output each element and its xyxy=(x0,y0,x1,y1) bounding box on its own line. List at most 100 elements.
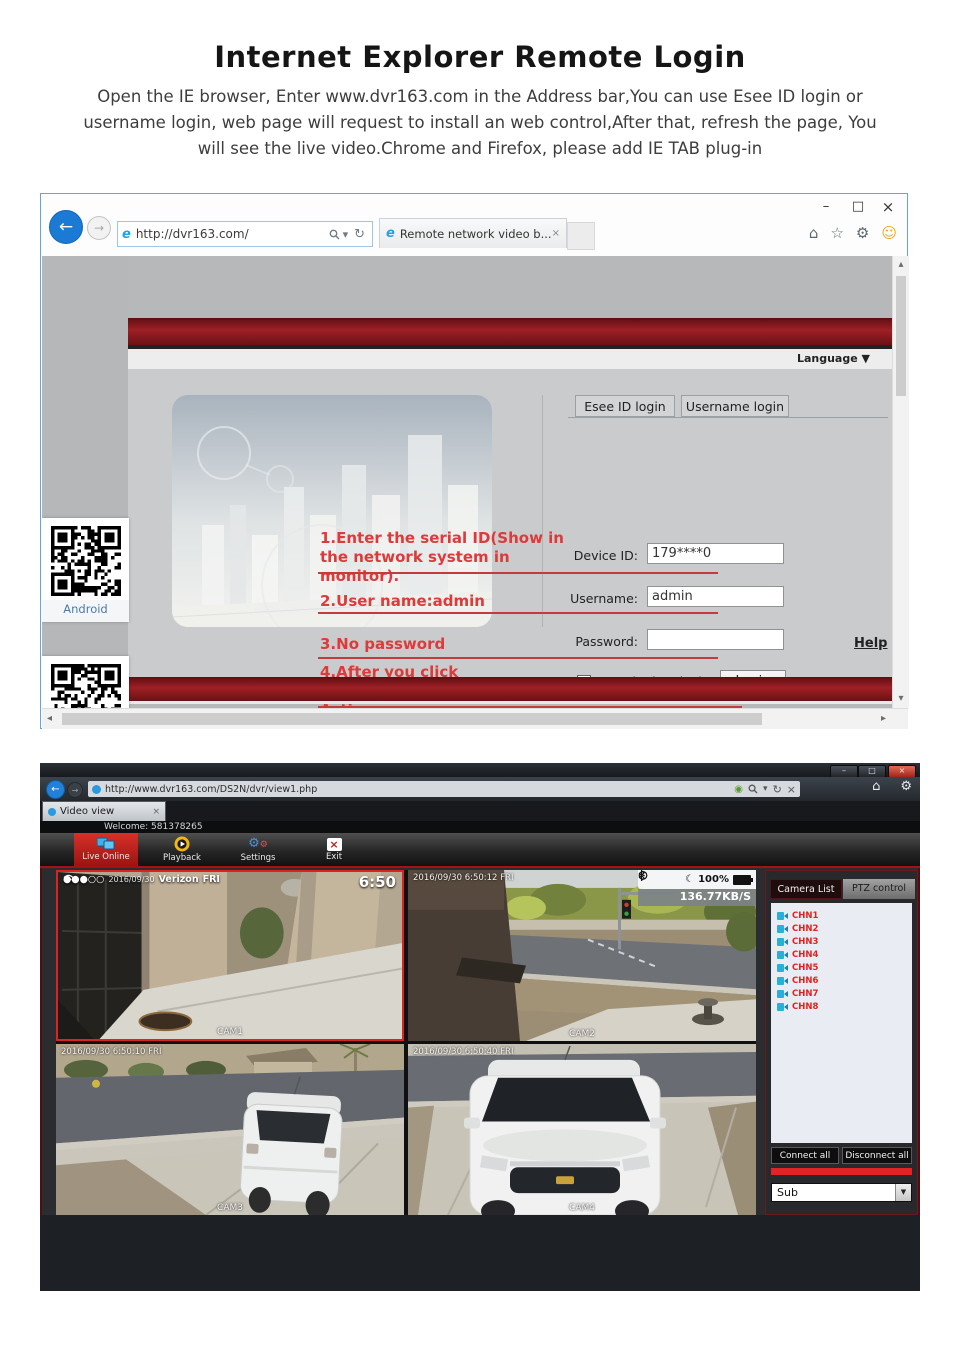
camera-view-cam1[interactable]: ●●●○○ 2016/09/30 Verizon FRI 6:50 CAM1 xyxy=(56,870,404,1041)
settings-gear-icon[interactable]: ⚙ xyxy=(856,224,869,242)
username-field[interactable] xyxy=(647,586,784,607)
camera-icon xyxy=(777,951,788,959)
scroll-up-icon[interactable]: ▴ xyxy=(893,259,909,270)
channel-item[interactable]: CHN7 xyxy=(771,987,912,1000)
titlebar: – □ × xyxy=(40,763,920,777)
channel-item[interactable]: CHN4 xyxy=(771,948,912,961)
device-id-label: Device ID: xyxy=(552,548,638,563)
horizontal-scrollbar[interactable]: ◂ ▸ xyxy=(42,708,908,729)
camera-icon xyxy=(777,1003,788,1011)
address-bar[interactable]: e http://dvr163.com/ ▾ ↻ xyxy=(117,221,373,247)
scroll-down-icon[interactable]: ▾ xyxy=(893,693,909,704)
camera-icon xyxy=(777,938,788,946)
monitors-icon xyxy=(97,837,115,851)
minimize-button[interactable]: – xyxy=(811,197,841,217)
back-button[interactable]: ← xyxy=(49,210,83,244)
help-link[interactable]: Help xyxy=(854,636,887,651)
password-field[interactable] xyxy=(647,629,784,650)
camera-view-cam3[interactable]: 2016/09/30 6:50:10 FRI CAM3 xyxy=(56,1044,404,1215)
camera-view-cam4[interactable]: 2016/09/30 6:50:40 FRI CAM4 xyxy=(408,1044,756,1215)
tab-title: Video view xyxy=(60,806,152,817)
qr-card-android: Android xyxy=(42,518,129,622)
dropdown-icon[interactable]: ▾ xyxy=(343,228,349,241)
smiley-icon[interactable]: ☺ xyxy=(881,224,897,242)
ios-qr-code xyxy=(51,664,121,708)
android-qr-code xyxy=(51,526,121,596)
scroll-left-icon[interactable]: ◂ xyxy=(47,713,52,724)
network-speed: 136.77KB/S xyxy=(638,889,756,906)
ios-status-box: ☾ 100% 136.77KB/S xyxy=(638,870,756,906)
camera-timestamp: 2016/09/30 6:50:12 FRI xyxy=(413,873,513,883)
favorites-star-icon[interactable]: ☆ xyxy=(830,224,843,242)
back-button[interactable]: ← xyxy=(46,780,65,799)
tab-row: Video view × xyxy=(40,801,920,821)
language-selector[interactable]: Language ▼ xyxy=(128,349,892,369)
close-button[interactable]: × xyxy=(873,197,903,217)
settings-button[interactable]: ⚙⚙ Settings xyxy=(226,833,290,866)
home-icon[interactable]: ⌂ xyxy=(809,224,819,242)
url-text[interactable]: http://dvr163.com/ xyxy=(136,227,329,241)
tab-esee-id-login[interactable]: Esee ID login xyxy=(575,395,675,417)
moon-icon: ☾ xyxy=(685,874,694,885)
close-tab-icon[interactable]: × xyxy=(552,228,560,239)
browser-viewport: Language ▼ xyxy=(42,256,892,708)
dropdown-arrow-icon[interactable]: ▼ xyxy=(895,1184,911,1201)
site-favicon xyxy=(92,785,101,794)
scroll-right-icon[interactable]: ▸ xyxy=(881,713,886,724)
site-banner xyxy=(128,318,892,345)
stream-select[interactable]: Sub ▼ xyxy=(771,1183,912,1202)
live-online-button[interactable]: Live Online xyxy=(74,833,138,866)
ie-icon: e xyxy=(122,227,131,242)
scroll-thumb[interactable] xyxy=(896,276,906,396)
maximize-button[interactable]: □ xyxy=(843,197,873,217)
close-tab-icon[interactable]: × xyxy=(152,807,160,817)
channel-item[interactable]: CHN5 xyxy=(771,961,912,974)
tab-favicon xyxy=(48,808,56,816)
wifi-icon xyxy=(63,874,74,883)
home-icon[interactable]: ⌂ xyxy=(872,779,880,794)
channel-item[interactable]: CHN6 xyxy=(771,974,912,987)
browser-tab[interactable]: e Remote network video b... × xyxy=(379,218,567,248)
tutorial-page: Internet Explorer Remote Login Open the … xyxy=(0,0,960,1350)
forward-button[interactable]: → xyxy=(87,216,111,240)
channel-item[interactable]: CHN8 xyxy=(771,1000,912,1013)
browser-tab[interactable]: Video view × xyxy=(42,801,166,821)
vertical-scrollbar[interactable]: ▴ ▾ xyxy=(892,256,909,708)
search-icon[interactable] xyxy=(329,229,340,240)
channel-item[interactable]: CHN3 xyxy=(771,935,912,948)
exit-x-icon: × xyxy=(327,838,342,851)
search-icon[interactable] xyxy=(748,784,758,794)
device-id-field[interactable] xyxy=(647,543,784,564)
camera-icon xyxy=(777,912,788,920)
tab-username-login[interactable]: Username login xyxy=(681,395,789,417)
new-tab-button[interactable] xyxy=(567,222,595,250)
url-text[interactable]: http://www.dvr163.com/DS2N/dvr/view1.php xyxy=(105,784,729,795)
android-qr-label: Android xyxy=(42,600,129,622)
connect-all-button[interactable]: Connect all xyxy=(771,1147,839,1164)
channel-item[interactable]: CHN1 xyxy=(771,909,912,922)
password-label: Password: xyxy=(552,634,638,649)
settings-gear-icon[interactable]: ⚙ xyxy=(900,779,912,794)
channel-item[interactable]: CHN2 xyxy=(771,922,912,935)
refresh-icon[interactable]: ↻ xyxy=(773,783,782,796)
dropdown-icon[interactable]: ▾ xyxy=(763,784,768,794)
refresh-icon[interactable]: ↻ xyxy=(354,227,365,242)
scroll-thumb[interactable] xyxy=(62,713,762,725)
camera-name: CAM2 xyxy=(408,1029,756,1039)
stream-value: Sub xyxy=(772,1186,895,1199)
camera-view-cam2[interactable]: 2016/09/30 6:50:12 FRI ☾ 100% 136.77KB/S… xyxy=(408,870,756,1041)
camera-name: CAM4 xyxy=(408,1203,756,1213)
carrier-label: Verizon xyxy=(159,874,199,885)
exit-button[interactable]: × Exit xyxy=(302,833,366,866)
dvr163-login-page: Language ▼ xyxy=(128,256,892,708)
tab-ptz-control[interactable]: PTZ control xyxy=(843,879,915,899)
compat-icon[interactable]: ◉ xyxy=(734,784,743,795)
camera-timestamp: 2016/09/30 6:50:40 FRI xyxy=(413,1047,513,1057)
address-bar[interactable]: http://www.dvr163.com/DS2N/dvr/view1.php… xyxy=(88,781,800,797)
tab-camera-list[interactable]: Camera List xyxy=(770,879,842,899)
disconnect-all-button[interactable]: Disconnect all xyxy=(842,1147,912,1164)
playback-button[interactable]: Playback xyxy=(150,833,214,866)
camera-icon xyxy=(777,925,788,933)
forward-button[interactable]: → xyxy=(67,782,83,798)
stop-icon[interactable]: × xyxy=(787,783,796,796)
